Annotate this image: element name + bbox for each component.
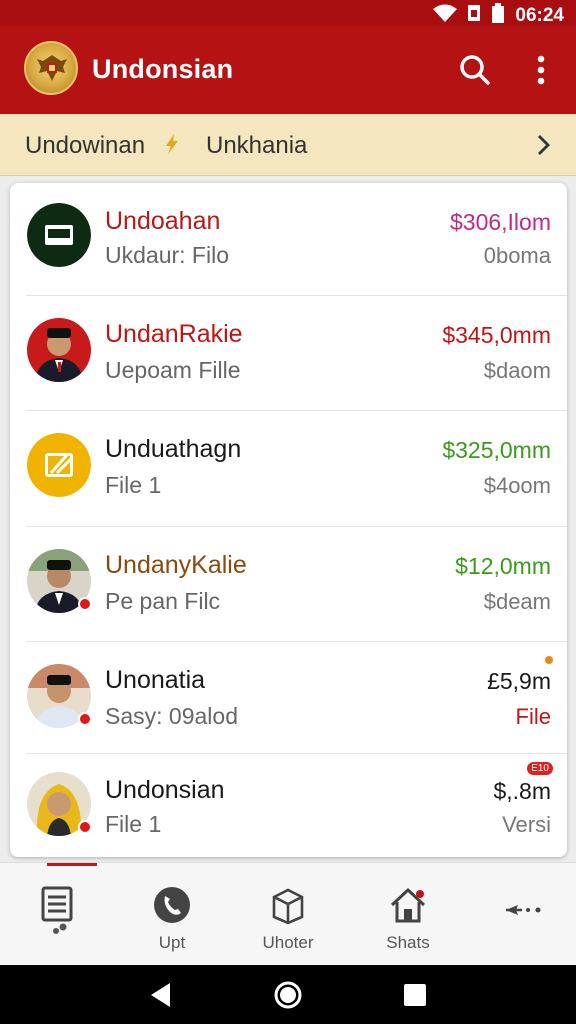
item-amount: $345,0mm xyxy=(442,322,551,348)
bolt-icon xyxy=(160,132,184,161)
item-title: UndanyKalie xyxy=(105,551,247,579)
more-vert-icon xyxy=(537,55,545,85)
search-button[interactable] xyxy=(455,50,495,90)
person-photo xyxy=(27,318,91,382)
item-subtitle: File 1 xyxy=(105,472,162,498)
search-icon xyxy=(460,55,490,85)
tablet-icon xyxy=(27,203,91,267)
home-icon xyxy=(390,887,426,923)
item-title: Undoahan xyxy=(105,207,221,235)
app-title: Undonsian xyxy=(92,54,234,84)
item-amount: $306,Ilom xyxy=(449,209,551,235)
nav-item-documents[interactable] xyxy=(16,883,96,959)
item-title: Unonatia xyxy=(105,666,206,694)
back-icon[interactable] xyxy=(146,980,176,1010)
nav-item-uhoter[interactable]: Uhoter xyxy=(248,883,328,959)
phone-icon xyxy=(154,887,190,923)
nav-item-share[interactable] xyxy=(484,883,564,959)
breadcrumb-item-2[interactable]: Unkhania xyxy=(206,132,307,160)
chevron-right-icon[interactable] xyxy=(534,133,554,162)
item-meta: 0boma xyxy=(483,243,551,268)
recents-icon[interactable] xyxy=(400,980,430,1010)
item-amount: £5,9m xyxy=(487,668,551,694)
item-subtitle: Pe pan Filc xyxy=(105,588,221,614)
item-meta: $4oom xyxy=(483,473,551,498)
breadcrumb-item-1[interactable]: Undowinan xyxy=(25,132,145,160)
nav-label: Shats xyxy=(386,933,430,952)
item-title: Undonsian xyxy=(105,776,225,804)
item-meta: $deam xyxy=(483,589,551,614)
document-list-icon xyxy=(41,886,73,934)
item-meta: Versi xyxy=(502,812,551,837)
app-bar: Undonsian xyxy=(0,26,576,114)
home-circle-icon[interactable] xyxy=(273,980,303,1010)
item-title: UndanRakie xyxy=(105,320,243,348)
box-icon xyxy=(272,888,304,925)
item-amount: $12,0mm xyxy=(455,553,551,579)
nav-label: Uhoter xyxy=(262,933,314,952)
nav-label: Upt xyxy=(158,933,186,952)
list-item[interactable]: UndanRakie Uepoam Fille $345,0mm $daom xyxy=(10,296,567,411)
indicator-dot xyxy=(545,656,553,664)
status-dot xyxy=(78,597,92,611)
wifi-icon xyxy=(433,4,458,28)
status-dot xyxy=(78,820,92,834)
item-title: Unduathagn xyxy=(105,435,242,463)
list-item[interactable]: Undonsian File 1 E10 $,.8m Versi xyxy=(10,754,567,857)
tag-badge: E10 xyxy=(527,762,553,775)
file-list-card: Undoahan Ukdaur: Filo $306,Ilom 0boma Un… xyxy=(10,183,567,857)
item-subtitle: File 1 xyxy=(105,811,162,837)
list-item[interactable]: UndanyKalie Pe pan Filc $12,0mm $deam xyxy=(10,527,567,642)
status-bar: 06:24 xyxy=(0,0,576,26)
nav-item-upt[interactable]: Upt xyxy=(132,883,212,959)
item-amount: $325,0mm xyxy=(442,437,551,463)
list-item[interactable]: Undoahan Ukdaur: Filo $306,Ilom 0boma xyxy=(10,183,567,296)
item-meta: File xyxy=(515,704,551,729)
system-navigation-bar xyxy=(0,965,576,1024)
list-item[interactable]: Unonatia Sasy: 09alod £5,9m File xyxy=(10,642,567,754)
item-subtitle: Uepoam Fille xyxy=(105,357,241,383)
breadcrumb-bar[interactable]: Undowinan Unkhania xyxy=(0,114,576,176)
share-dots-icon xyxy=(506,905,541,915)
item-subtitle: Sasy: 09alod xyxy=(105,703,238,729)
active-tab-indicator xyxy=(47,863,97,866)
item-meta: $daom xyxy=(483,358,551,383)
edit-document-icon xyxy=(27,433,91,497)
list-item[interactable]: Unduathagn File 1 $325,0mm $4oom xyxy=(10,411,567,527)
more-options-button[interactable] xyxy=(528,52,554,88)
item-amount: $,.8m xyxy=(493,778,551,804)
nav-item-shats[interactable]: Shats xyxy=(368,883,448,959)
status-dot xyxy=(78,712,92,726)
bottom-navigation: Upt Uhoter Shats xyxy=(0,862,576,965)
sim-icon xyxy=(467,4,481,28)
national-emblem-logo xyxy=(24,41,78,95)
item-subtitle: Ukdaur: Filo xyxy=(105,242,229,268)
status-time: 06:24 xyxy=(515,5,564,26)
